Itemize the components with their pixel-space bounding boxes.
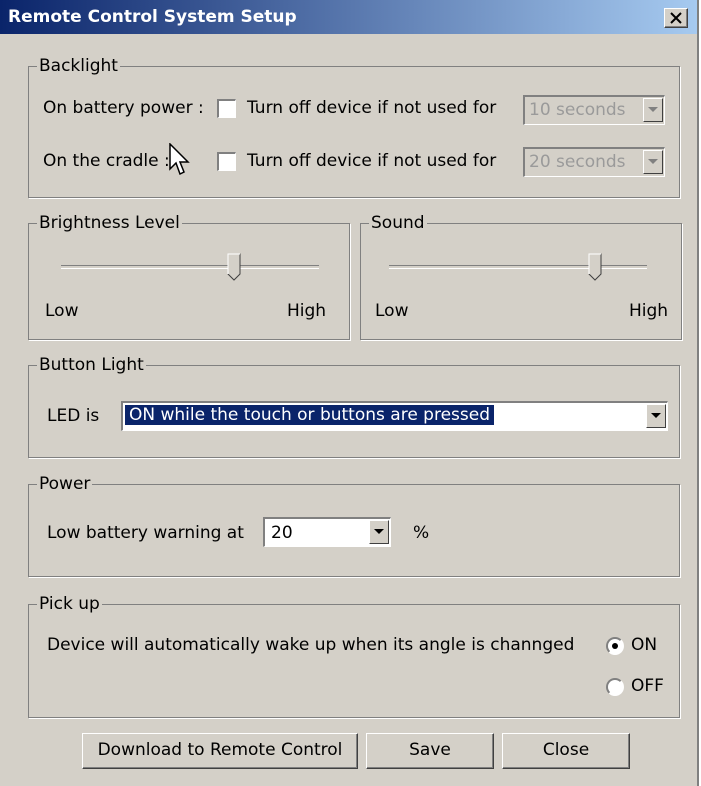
save-button[interactable]: Save xyxy=(366,733,494,769)
low-battery-label: Low battery warning at xyxy=(47,523,244,543)
power-group: Power Low battery warning at 20 % xyxy=(28,474,680,577)
cradle-timeout-value: 20 seconds xyxy=(529,152,626,172)
led-mode-select[interactable]: ON while the touch or buttons are presse… xyxy=(121,401,668,431)
battery-turnoff-label[interactable]: Turn off device if not used for xyxy=(247,98,496,118)
cradle-turnoff-label[interactable]: Turn off device if not used for xyxy=(247,151,496,171)
pickup-on-label[interactable]: ON xyxy=(631,635,657,655)
led-mode-value: ON while the touch or buttons are presse… xyxy=(123,404,496,426)
cradle-label: On the cradle : xyxy=(43,151,170,171)
pickup-title: Pick up xyxy=(37,594,102,614)
sound-slider-track[interactable] xyxy=(389,265,647,269)
brightness-high-label: High xyxy=(287,301,327,321)
battery-turnoff-checkbox[interactable] xyxy=(217,99,236,118)
chevron-down-icon xyxy=(651,413,661,418)
download-to-remote-button[interactable]: Download to Remote Control xyxy=(82,733,358,769)
low-battery-dropdown-button[interactable] xyxy=(369,520,389,544)
cradle-turnoff-checkbox[interactable] xyxy=(217,152,236,171)
power-title: Power xyxy=(37,474,93,494)
led-mode-dropdown-button[interactable] xyxy=(646,404,666,428)
led-label: LED is xyxy=(47,406,100,426)
window-title: Remote Control System Setup xyxy=(8,7,297,27)
sound-low-label: Low xyxy=(375,301,409,321)
sound-title: Sound xyxy=(369,213,427,233)
brightness-slider-thumb[interactable] xyxy=(227,253,241,281)
chevron-down-icon xyxy=(648,107,658,112)
percent-unit-label: % xyxy=(413,523,430,543)
battery-timeout-value: 10 seconds xyxy=(529,100,626,120)
pickup-on-radio[interactable] xyxy=(606,637,624,655)
pickup-off-radio[interactable] xyxy=(606,678,624,696)
sound-slider-thumb[interactable] xyxy=(588,253,602,281)
close-button[interactable]: Close xyxy=(502,733,630,769)
button-light-title: Button Light xyxy=(37,355,146,375)
battery-power-label: On battery power : xyxy=(43,98,204,118)
sound-group: Sound Low High xyxy=(360,213,682,340)
low-battery-select[interactable]: 20 xyxy=(263,517,391,547)
brightness-low-label: Low xyxy=(45,301,79,321)
pickup-group: Pick up Device will automatically wake u… xyxy=(28,594,680,718)
battery-timeout-dropdown-button[interactable] xyxy=(643,98,663,122)
battery-timeout-select[interactable]: 10 seconds xyxy=(523,95,665,125)
cradle-timeout-dropdown-button[interactable] xyxy=(643,150,663,174)
setup-dialog: Remote Control System Setup Backlight On… xyxy=(0,0,699,786)
radio-selected-dot xyxy=(612,643,618,649)
brightness-title: Brightness Level xyxy=(37,213,182,233)
mouse-cursor-icon xyxy=(169,143,190,176)
chevron-down-icon xyxy=(374,529,384,534)
title-bar[interactable]: Remote Control System Setup xyxy=(0,0,697,34)
low-battery-value: 20 xyxy=(271,523,293,543)
close-window-button[interactable] xyxy=(664,8,688,28)
button-light-group: Button Light LED is ON while the touch o… xyxy=(28,355,680,458)
backlight-title: Backlight xyxy=(37,56,120,76)
backlight-group: Backlight On battery power : Turn off de… xyxy=(28,56,680,198)
cradle-timeout-select[interactable]: 20 seconds xyxy=(523,147,665,177)
close-icon xyxy=(670,12,682,24)
chevron-down-icon xyxy=(648,159,658,164)
brightness-group: Brightness Level Low High xyxy=(28,213,350,340)
sound-high-label: High xyxy=(629,301,669,321)
brightness-slider-track[interactable] xyxy=(61,265,319,269)
pickup-description: Device will automatically wake up when i… xyxy=(47,635,575,655)
pickup-off-label[interactable]: OFF xyxy=(631,676,664,696)
